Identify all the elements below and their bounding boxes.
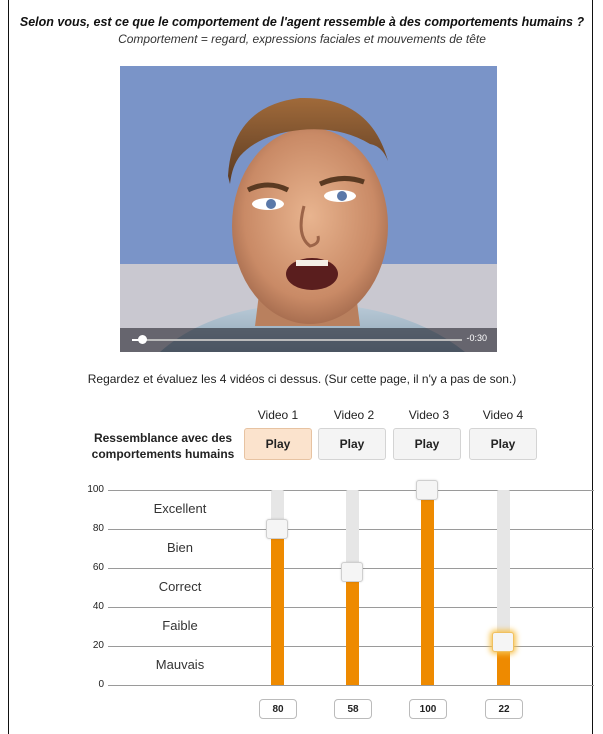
scale-tick-80: 80 xyxy=(92,523,104,534)
slider-handle[interactable] xyxy=(266,519,288,539)
play-button-video-1[interactable]: Play xyxy=(244,428,312,460)
video-3-label: Video 3 xyxy=(408,408,450,422)
slider-fill xyxy=(271,529,284,685)
scale-tick-60: 60 xyxy=(92,562,104,573)
scale-tick-20: 20 xyxy=(92,640,104,651)
scale-tick-40: 40 xyxy=(92,601,104,612)
scale-tick-0: 0 xyxy=(98,679,104,690)
video-1-label: Video 1 xyxy=(257,408,299,422)
value-box-video-1[interactable]: 80 xyxy=(259,699,297,719)
video-controls: -0:30 xyxy=(120,328,497,352)
value-box-video-3[interactable]: 100 xyxy=(409,699,447,719)
rating-label-excellent: Excellent xyxy=(153,501,207,516)
instruction-text: Regardez et évaluez les 4 vidéos ci dess… xyxy=(87,372,517,386)
slider-handle[interactable] xyxy=(341,561,363,582)
rating-label-correct: Correct xyxy=(158,579,202,594)
rating-label-faible: Faible xyxy=(162,618,198,633)
play-button-video-2[interactable]: Play xyxy=(318,428,386,460)
scale-tick-100: 100 xyxy=(87,484,104,495)
rating-label-bien: Bien xyxy=(166,540,194,555)
video-progress-track[interactable] xyxy=(132,335,462,344)
agent-face-image xyxy=(160,97,465,352)
slider-fill xyxy=(421,490,434,685)
question-subtitle: Comportement = regard, expressions facia… xyxy=(118,32,486,46)
page-border-right xyxy=(592,0,593,734)
slider-fill xyxy=(346,571,359,685)
video-time-remaining: -0:30 xyxy=(466,333,487,343)
video-4-label: Video 4 xyxy=(482,408,524,422)
gridline-0 xyxy=(108,685,594,686)
slider-handle[interactable] xyxy=(416,480,438,500)
video-player[interactable]: -0:30 xyxy=(120,66,497,352)
value-box-video-4[interactable]: 22 xyxy=(485,699,523,719)
page-border-left xyxy=(8,0,9,734)
play-button-video-4[interactable]: Play xyxy=(469,428,537,460)
row-label: Ressemblance avec des comportements huma… xyxy=(91,431,235,461)
video-progress-knob[interactable] xyxy=(137,335,147,344)
slider-handle[interactable] xyxy=(492,632,514,653)
video-2-label: Video 2 xyxy=(333,408,375,422)
play-button-video-3[interactable]: Play xyxy=(393,428,461,460)
question-text: Selon vous, est ce que le comportement d… xyxy=(19,15,585,29)
rating-label-mauvais: Mauvais xyxy=(155,657,205,672)
value-box-video-2[interactable]: 58 xyxy=(334,699,372,719)
